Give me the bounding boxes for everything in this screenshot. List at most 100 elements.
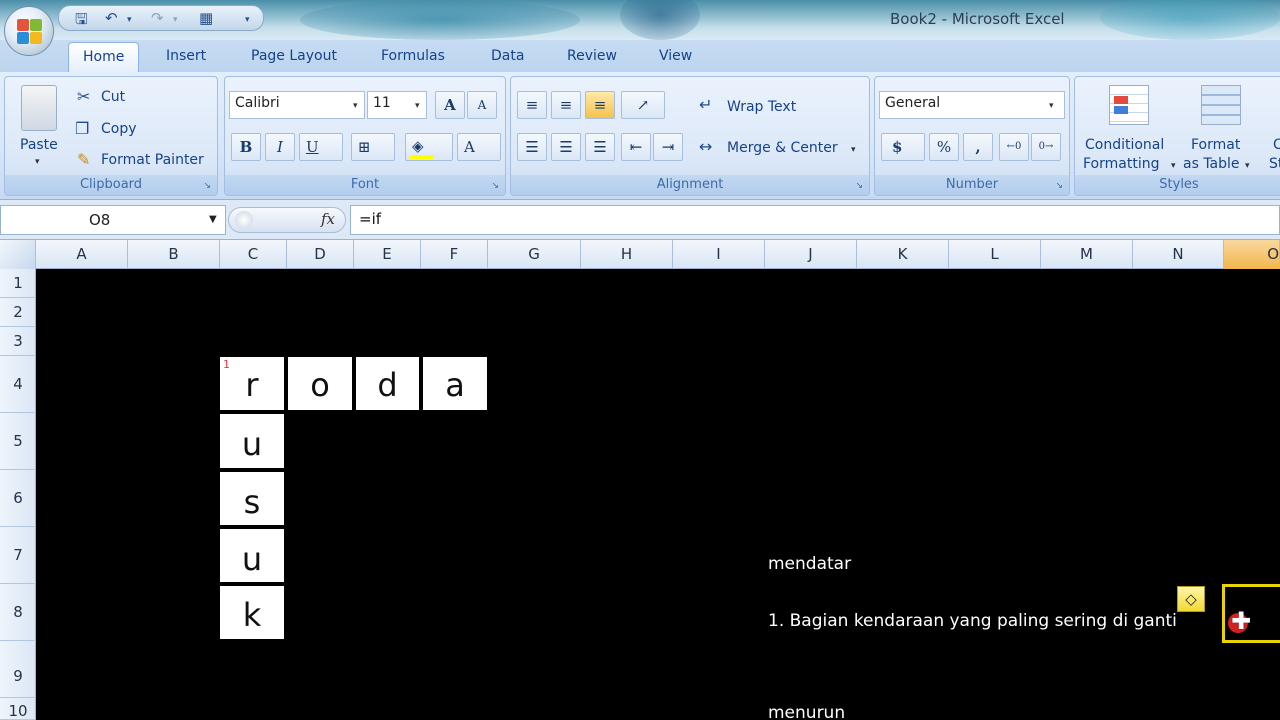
format-as-table-label[interactable]: as Table xyxy=(1183,156,1240,172)
insert-function-icon[interactable]: fx xyxy=(321,210,335,228)
clipboard-launcher-icon[interactable]: ↘ xyxy=(203,181,211,191)
down-heading[interactable]: menurun xyxy=(768,703,845,720)
cell-styles-button[interactable]: C xyxy=(1273,137,1280,153)
tab-view[interactable]: View xyxy=(659,48,692,64)
decrease-decimal-icon[interactable]: 0→ xyxy=(1031,133,1061,161)
row-header[interactable]: 8 xyxy=(0,584,36,641)
column-header[interactable]: C xyxy=(220,240,287,269)
name-box-dropdown-icon[interactable]: ▼ xyxy=(209,214,217,225)
align-bottom-icon[interactable]: ≡ xyxy=(585,91,615,119)
office-button[interactable] xyxy=(4,6,54,56)
name-box[interactable]: O8 ▼ xyxy=(0,205,226,235)
column-header[interactable]: A xyxy=(36,240,128,269)
row-header[interactable]: 9 xyxy=(0,641,36,698)
column-header[interactable]: M xyxy=(1041,240,1133,269)
selected-cell[interactable]: ✚ xyxy=(1222,584,1280,643)
increase-decimal-icon[interactable]: ←0 xyxy=(999,133,1029,161)
alignment-launcher-icon[interactable]: ↘ xyxy=(855,181,863,191)
format-painter-button[interactable]: Format Painter xyxy=(101,152,204,168)
align-center-icon[interactable]: ☰ xyxy=(551,133,581,161)
crossword-cell[interactable]: s xyxy=(220,472,284,525)
column-header[interactable]: L xyxy=(949,240,1041,269)
decrease-indent-icon[interactable]: ⇤ xyxy=(621,133,651,161)
tab-review[interactable]: Review xyxy=(567,48,617,64)
comma-button[interactable]: , xyxy=(963,133,993,161)
align-left-icon[interactable]: ☰ xyxy=(517,133,547,161)
crossword-cell[interactable]: 1 r xyxy=(220,357,284,410)
column-header[interactable]: B xyxy=(128,240,220,269)
number-launcher-icon[interactable]: ↘ xyxy=(1055,181,1063,191)
crossword-cell[interactable]: u xyxy=(220,529,284,582)
tab-page-layout[interactable]: Page Layout xyxy=(251,48,337,64)
crossword-cell[interactable]: a xyxy=(423,357,487,410)
column-header[interactable]: E xyxy=(354,240,421,269)
format-table-dropdown-icon[interactable]: ▾ xyxy=(1245,161,1250,171)
font-name-dropdown-icon[interactable]: ▾ xyxy=(353,101,358,111)
conditional-formatting-button[interactable]: Conditional xyxy=(1085,137,1164,153)
number-format-select[interactable]: General xyxy=(879,91,1065,119)
tab-insert[interactable]: Insert xyxy=(166,48,206,64)
select-all-button[interactable] xyxy=(0,240,36,269)
borders-icon[interactable]: ⊞ xyxy=(351,133,395,161)
align-right-icon[interactable]: ☰ xyxy=(585,133,615,161)
underline-button[interactable]: U xyxy=(299,133,343,161)
fill-color-icon[interactable]: ◈ xyxy=(405,133,453,161)
paste-dropdown-icon[interactable]: ▾ xyxy=(35,157,40,167)
format-as-table-button[interactable]: Format xyxy=(1191,137,1240,153)
italic-button[interactable]: I xyxy=(265,133,295,161)
column-header[interactable]: F xyxy=(421,240,488,269)
clue-text[interactable]: 1. Bagian kendaraan yang paling sering d… xyxy=(768,611,1177,631)
cancel-entry-icon[interactable] xyxy=(235,211,253,229)
tab-formulas[interactable]: Formulas xyxy=(381,48,445,64)
grid-icon[interactable]: ▦ xyxy=(199,9,213,27)
align-top-icon[interactable]: ≡ xyxy=(517,91,547,119)
save-icon[interactable]: 🖫 xyxy=(75,9,88,34)
column-header-selected[interactable]: O xyxy=(1224,240,1280,269)
redo-icon[interactable]: ↷ xyxy=(151,9,164,27)
column-header[interactable]: G xyxy=(488,240,581,269)
crossword-cell[interactable]: k xyxy=(220,586,284,639)
row-header[interactable]: 2 xyxy=(0,298,36,327)
bold-button[interactable]: B xyxy=(231,133,261,161)
cut-button[interactable]: Cut xyxy=(101,89,125,105)
row-header[interactable]: 3 xyxy=(0,327,36,356)
row-header[interactable]: 4 xyxy=(0,356,36,413)
tab-home[interactable]: Home xyxy=(68,42,140,74)
cell-styles-label[interactable]: Sty xyxy=(1269,156,1280,172)
wrap-text-button[interactable]: Wrap Text xyxy=(727,99,796,115)
row-header[interactable]: 1 xyxy=(0,269,36,298)
crossword-cell[interactable]: d xyxy=(356,357,419,410)
crossword-cell[interactable]: u xyxy=(220,414,284,468)
row-header[interactable]: 7 xyxy=(0,527,36,584)
font-color-button[interactable]: A xyxy=(457,133,501,161)
shrink-font-button[interactable]: A xyxy=(467,91,497,119)
align-middle-icon[interactable]: ≡ xyxy=(551,91,581,119)
increase-indent-icon[interactable]: ⇥ xyxy=(653,133,683,161)
font-name-select[interactable]: Calibri xyxy=(229,91,365,119)
row-header[interactable]: 6 xyxy=(0,470,36,527)
column-header[interactable]: J xyxy=(765,240,857,269)
merge-dropdown-icon[interactable]: ▾ xyxy=(851,145,856,155)
column-header[interactable]: H xyxy=(581,240,673,269)
redo-dropdown-icon[interactable]: ▾ xyxy=(173,15,178,25)
customize-qat-icon[interactable]: ▾ xyxy=(245,15,250,25)
paste-icon[interactable] xyxy=(21,85,57,131)
formula-input[interactable]: =if xyxy=(350,205,1280,235)
row-header[interactable]: 5 xyxy=(0,413,36,470)
number-format-dropdown-icon[interactable]: ▾ xyxy=(1049,101,1054,111)
conditional-formatting-label[interactable]: Formatting xyxy=(1083,156,1159,172)
currency-button[interactable]: $ xyxy=(881,133,925,161)
paste-button[interactable]: Paste xyxy=(20,137,58,153)
row-header[interactable]: 10 xyxy=(0,698,36,720)
tab-data[interactable]: Data xyxy=(491,48,524,64)
column-header[interactable]: D xyxy=(287,240,354,269)
conditional-dropdown-icon[interactable]: ▾ xyxy=(1171,161,1176,171)
grow-font-button[interactable]: A xyxy=(435,91,465,119)
undo-dropdown-icon[interactable]: ▾ xyxy=(127,15,132,25)
font-launcher-icon[interactable]: ↘ xyxy=(491,181,499,191)
warning-icon[interactable]: ◇ xyxy=(1177,586,1205,612)
merge-center-button[interactable]: Merge & Center xyxy=(727,140,838,156)
crossword-cell[interactable]: o xyxy=(288,357,352,410)
across-heading[interactable]: mendatar xyxy=(768,554,851,574)
column-header[interactable]: K xyxy=(857,240,949,269)
